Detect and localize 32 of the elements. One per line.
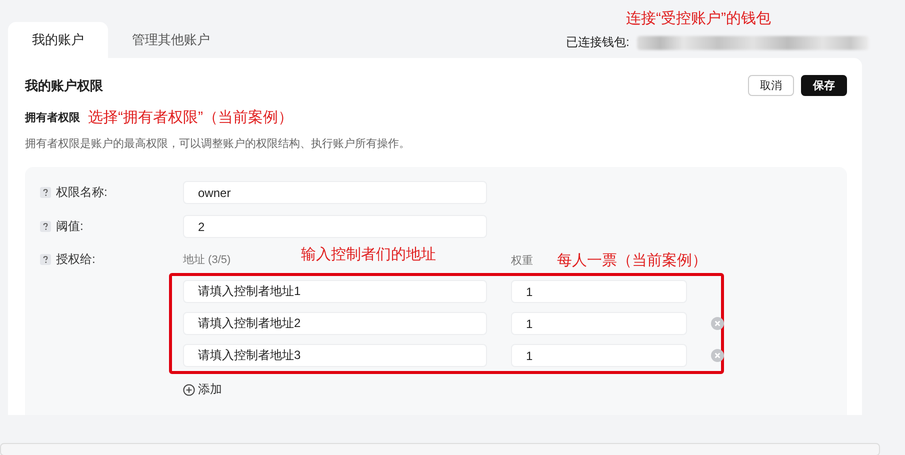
column-header: 地址 (3/5) [183,252,231,266]
annotation: 输入控制者们的地址 [301,245,436,264]
field-label: 阈值: [56,218,84,235]
help-icon[interactable] [40,187,51,198]
weight-field[interactable]: 1 [511,312,687,335]
column-header: 权重 [511,254,533,268]
remove-icon[interactable] [711,317,724,330]
help-icon[interactable] [40,221,51,232]
address-field[interactable]: 请填入控制者地址3 [183,344,487,367]
input-field[interactable]: 2 [183,215,487,238]
permission-description: 拥有者权限是账户的最高权限，可以调整账户的权限结构、执行账户所有操作。 [25,136,411,151]
add-button[interactable]: 添加 [183,381,724,398]
plus-circle-icon [183,384,195,396]
help-icon[interactable] [40,254,51,264]
address-field[interactable]: 请填入控制者地址1 [183,280,487,303]
weight-field[interactable]: 1 [511,344,687,367]
weight-field[interactable]: 1 [511,280,687,303]
save-button[interactable]: 保存 [801,75,847,96]
input-field[interactable]: owner [183,181,487,204]
cancel-button[interactable]: 取消 [748,75,794,96]
wallet-label: 已连接钱包: [566,34,630,51]
tab[interactable]: 管理其他账户 [108,22,234,58]
address-field[interactable]: 请填入控制者地址2 [183,312,487,335]
field-label: 权限名称: [56,184,108,201]
annotation: 每人一票（当前案例） [557,251,707,270]
card-title: 我的账户权限 [25,76,103,94]
permission-name: 拥有者权限 [25,110,80,125]
annotation: 选择“拥有者权限”（当前案例） [88,108,293,127]
annotation: 连接“受控账户”的钱包 [626,9,771,28]
field-label: 授权给: [56,250,96,268]
remove-icon[interactable] [711,349,724,362]
tab[interactable]: 我的账户 [8,22,108,58]
